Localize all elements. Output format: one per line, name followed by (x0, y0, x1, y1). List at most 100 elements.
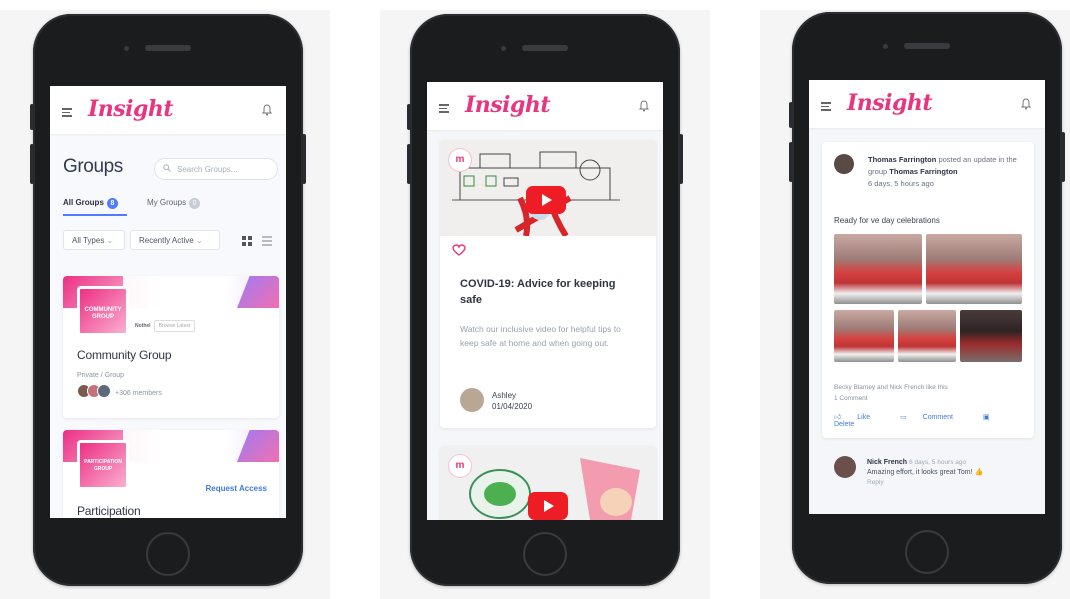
bell-icon[interactable] (1021, 98, 1031, 110)
comment: Nick French 6 days, 5 hours ago Amazing … (867, 458, 1037, 488)
top-bar: Insight (427, 82, 663, 130)
earpiece-speaker (522, 45, 568, 51)
search-icon (163, 164, 171, 172)
group-name[interactable]: Community Group (77, 348, 172, 362)
order-filter-select[interactable]: Recently Active ⌄ (130, 230, 220, 250)
app-logo[interactable]: Insight (88, 96, 174, 122)
bell-icon[interactable] (262, 104, 272, 116)
video-title[interactable]: COVID-19: Advice for keeping safe (460, 276, 640, 308)
count-badge: 8 (106, 198, 118, 209)
earpiece-speaker (904, 43, 950, 49)
post-photo[interactable] (960, 310, 1022, 362)
groups-screen: Insight Groups Search Groups... All Grou… (50, 86, 286, 518)
page-title: Groups (63, 156, 123, 177)
group-name[interactable]: Participation (77, 504, 141, 518)
front-camera (124, 46, 129, 51)
select-value: All Types (72, 236, 105, 245)
list-view-icon[interactable] (262, 236, 272, 246)
post-photo[interactable] (834, 310, 894, 362)
video-card[interactable]: m COVID-19: Advice for keeping safe Watc… (440, 140, 656, 428)
app-logo[interactable]: Insight (847, 90, 933, 116)
bell-icon[interactable] (639, 100, 649, 112)
front-camera (883, 44, 888, 49)
video-thumbnail[interactable]: m (440, 446, 656, 520)
post-reactions: Becky Blamey and Nick French like this 1… (834, 382, 948, 404)
avatar (97, 384, 111, 398)
active-tab-indicator (63, 214, 127, 216)
group-card[interactable]: PARTICIPATION GROUP Request Access Parti… (63, 430, 279, 518)
channel-logo: m (448, 148, 472, 172)
phone-groups: Insight Groups Search Groups... All Grou… (30, 14, 306, 586)
like-button[interactable]: 👍︎ Like (834, 414, 884, 421)
comment-time: 6 days, 5 hours ago (909, 459, 967, 466)
comment-icon: ▭ (900, 414, 907, 421)
hamburger-icon[interactable] (62, 108, 72, 117)
comment-button[interactable]: ▭ Comment (900, 414, 967, 421)
video-card[interactable]: m (440, 446, 656, 520)
activity-post: Thomas Farrington posted an update in th… (822, 142, 1034, 438)
home-button[interactable] (905, 530, 949, 574)
post-group[interactable]: Thomas Farrington (889, 167, 957, 176)
chevron-down-icon: ⌄ (195, 236, 203, 245)
search-placeholder: Search Groups... (177, 165, 238, 174)
mini-button: Browse Latest (153, 320, 196, 332)
count-badge: 0 (189, 198, 201, 209)
phone-feed: Insight Thomas Farrington posted an upda… (789, 12, 1065, 584)
group-avatar: COMMUNITY GROUP (77, 286, 129, 336)
hamburger-icon[interactable] (821, 102, 831, 111)
channel-logo: m (448, 454, 472, 478)
likes-summary[interactable]: Becky Blamey and Nick French like this (834, 382, 948, 393)
post-photo[interactable] (898, 310, 956, 362)
comment-text: Amazing effort, it looks great Tom! 👍 (867, 469, 984, 476)
post-date: 01/04/2020 (492, 402, 533, 411)
post-photo[interactable] (834, 234, 922, 304)
front-camera (501, 46, 506, 51)
brand-heart-icon (452, 244, 466, 256)
post-text: Ready for ve day celebrations (834, 216, 940, 225)
group-avatar: PARTICIPATION GROUP (77, 440, 129, 490)
videos-screen: Insight m COVID-19: Advice for keeping s… (427, 82, 663, 520)
request-access-button[interactable]: Request Access (205, 484, 267, 493)
app-logo[interactable]: Insight (465, 92, 551, 118)
chevron-down-icon: ⌄ (106, 236, 114, 245)
search-input[interactable]: Search Groups... (154, 158, 278, 180)
tab-label: My Groups (147, 198, 187, 207)
comment-author[interactable]: Nick French (867, 459, 907, 466)
trash-icon: ▣ (982, 414, 990, 421)
post-photo[interactable] (926, 234, 1022, 304)
top-bar: Insight (50, 86, 286, 134)
home-button[interactable] (523, 532, 567, 576)
post-actions: 👍︎ Like ▭ Comment ▣ Delete (834, 412, 1034, 428)
home-button[interactable] (146, 532, 190, 576)
commenter-avatar[interactable] (834, 456, 856, 478)
play-button[interactable] (528, 492, 568, 520)
group-card[interactable]: COMMUNITY GROUP Nothel Browse Latest Comm… (63, 276, 279, 418)
comment-count[interactable]: 1 Comment (834, 393, 948, 404)
type-filter-select[interactable]: All Types ⌄ (63, 230, 125, 250)
like-label: Like (857, 414, 871, 421)
author-avatar[interactable] (834, 154, 854, 174)
feed-screen: Insight Thomas Farrington posted an upda… (809, 80, 1045, 514)
author-avatar (460, 388, 484, 412)
comment-label: Comment (922, 414, 953, 421)
grid-view-icon[interactable] (242, 236, 252, 246)
tab-all-groups[interactable]: All Groups 8 (63, 198, 118, 209)
author-name: Ashley (492, 391, 517, 400)
post-author[interactable]: Thomas Farrington (868, 155, 936, 164)
mini-label: Nothel (135, 323, 151, 329)
cover-controls: Nothel Browse Latest (135, 320, 196, 332)
tab-my-groups[interactable]: My Groups 0 (147, 198, 201, 209)
reply-link[interactable]: Reply (867, 479, 884, 486)
group-meta: Private / Group (77, 372, 125, 379)
earpiece-speaker (145, 45, 191, 51)
video-thumbnail[interactable]: m (440, 140, 656, 236)
video-description: Watch our inclusive video for helpful ti… (460, 324, 621, 348)
video-author: Ashley 01/04/2020 (492, 390, 532, 412)
post-header: Thomas Farrington posted an update in th… (868, 154, 1018, 190)
delete-label: Delete (834, 421, 855, 428)
hamburger-icon[interactable] (439, 104, 449, 113)
play-button[interactable] (526, 186, 566, 214)
member-avatars: +306 members (77, 384, 162, 403)
post-time: 6 days, 5 hours ago (868, 179, 934, 188)
phone-videos: Insight m COVID-19: Advice for keeping s… (407, 14, 683, 586)
